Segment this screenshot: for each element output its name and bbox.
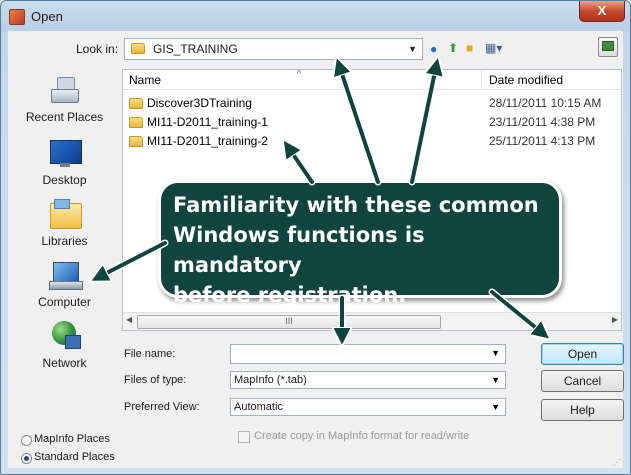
title-bar: Open X bbox=[1, 1, 630, 31]
file-date: 25/11/2011 4:13 PM bbox=[489, 134, 596, 148]
up-folder-icon[interactable]: ⬆ bbox=[448, 41, 458, 55]
preferred-view-value: Automatic bbox=[234, 401, 283, 413]
place-label: Network bbox=[42, 356, 87, 370]
callout-line: Familiarity with these common bbox=[173, 193, 539, 217]
desktop-tool-icon bbox=[602, 41, 614, 51]
standard-places-radio[interactable] bbox=[21, 453, 32, 464]
cancel-button[interactable]: Cancel bbox=[541, 370, 624, 392]
column-divider[interactable] bbox=[481, 70, 482, 89]
mapinfo-places-radio[interactable] bbox=[21, 435, 32, 446]
place-label: Desktop bbox=[42, 173, 87, 187]
preferred-view-label: Preferred View: bbox=[124, 401, 200, 413]
file-name: MI11-D2011_training-2 bbox=[147, 134, 268, 148]
create-copy-label: Create copy in MapInfo format for read/w… bbox=[254, 430, 470, 442]
place-label: Computer bbox=[38, 295, 91, 309]
look-in-value: GIS_TRAINING bbox=[153, 42, 238, 56]
horizontal-scrollbar[interactable]: ◀ III ▶ bbox=[123, 312, 621, 330]
place-desktop[interactable]: Desktop bbox=[8, 138, 121, 187]
network-icon bbox=[47, 321, 83, 351]
place-recent-places[interactable]: Recent Places bbox=[8, 75, 121, 124]
places-bar: Recent Places Desktop Libraries Computer… bbox=[8, 63, 121, 465]
place-network[interactable]: Network bbox=[8, 321, 121, 370]
file-name: MI11-D2011_training-1 bbox=[147, 115, 268, 129]
back-icon[interactable]: ● bbox=[430, 42, 437, 56]
help-button[interactable]: Help bbox=[541, 399, 624, 421]
chevron-down-icon: ▼ bbox=[491, 375, 500, 385]
files-of-type-select[interactable]: MapInfo (*.tab) ▼ bbox=[230, 371, 506, 389]
callout-line: before registration. bbox=[173, 283, 407, 307]
mapinfo-places-label: MapInfo Places bbox=[34, 433, 110, 445]
file-row[interactable]: MI11-D2011_training-2 25/11/2011 4:13 PM bbox=[123, 132, 621, 151]
view-menu-icon[interactable]: ▦▾ bbox=[485, 41, 502, 55]
file-date: 23/11/2011 4:38 PM bbox=[489, 115, 596, 129]
close-button[interactable]: X bbox=[579, 1, 625, 22]
place-libraries[interactable]: Libraries bbox=[8, 199, 121, 248]
folder-icon bbox=[129, 117, 143, 128]
file-name: Discover3DTraining bbox=[147, 96, 252, 110]
preferred-view-select[interactable]: Automatic ▼ bbox=[230, 398, 506, 416]
place-computer[interactable]: Computer bbox=[8, 260, 121, 309]
folder-icon bbox=[129, 136, 143, 147]
look-in-label: Look in: bbox=[76, 42, 119, 56]
app-icon bbox=[9, 9, 25, 25]
resize-grip-icon[interactable]: ⋰ bbox=[613, 458, 621, 467]
recent-places-icon bbox=[47, 75, 83, 105]
files-of-type-value: MapInfo (*.tab) bbox=[234, 374, 307, 386]
standard-places-label: Standard Places bbox=[34, 451, 115, 463]
chevron-down-icon: ▼ bbox=[408, 44, 417, 54]
callout-box: Familiarity with these common Windows fu… bbox=[158, 180, 562, 307]
create-copy-checkbox[interactable] bbox=[238, 431, 250, 443]
libraries-icon bbox=[47, 199, 83, 229]
file-list-header: Name ^ Date modified bbox=[123, 70, 621, 90]
desktop-icon bbox=[47, 138, 83, 168]
column-header-name[interactable]: Name bbox=[129, 73, 161, 87]
sort-arrow-icon: ^ bbox=[297, 69, 302, 78]
scroll-thumb[interactable]: III bbox=[137, 315, 441, 329]
chevron-down-icon: ▼ bbox=[491, 402, 500, 412]
desktop-tool-button[interactable] bbox=[598, 37, 618, 57]
callout-line: Windows functions is mandatory bbox=[173, 223, 425, 277]
chevron-down-icon: ▼ bbox=[491, 348, 500, 358]
place-label: Libraries bbox=[41, 234, 88, 248]
new-folder-icon[interactable]: ■ bbox=[466, 41, 473, 55]
scroll-right-icon[interactable]: ▶ bbox=[612, 315, 618, 324]
file-name-label: File name: bbox=[124, 348, 176, 360]
computer-icon bbox=[47, 260, 83, 290]
open-button[interactable]: Open bbox=[541, 343, 624, 365]
column-header-date[interactable]: Date modified bbox=[489, 73, 563, 87]
place-label: Recent Places bbox=[25, 110, 104, 124]
files-of-type-label: Files of type: bbox=[124, 374, 187, 386]
window-title: Open bbox=[31, 9, 63, 24]
file-name-combo[interactable]: ▼ bbox=[230, 344, 506, 364]
folder-icon bbox=[131, 43, 145, 54]
look-in-combo[interactable]: GIS_TRAINING ▼ bbox=[124, 38, 423, 60]
scroll-left-icon[interactable]: ◀ bbox=[126, 315, 132, 324]
file-row[interactable]: MI11-D2011_training-1 23/11/2011 4:38 PM bbox=[123, 113, 621, 132]
file-row[interactable]: Discover3DTraining 28/11/2011 10:15 AM bbox=[123, 94, 621, 113]
folder-icon bbox=[129, 98, 143, 109]
file-date: 28/11/2011 10:15 AM bbox=[489, 96, 602, 110]
